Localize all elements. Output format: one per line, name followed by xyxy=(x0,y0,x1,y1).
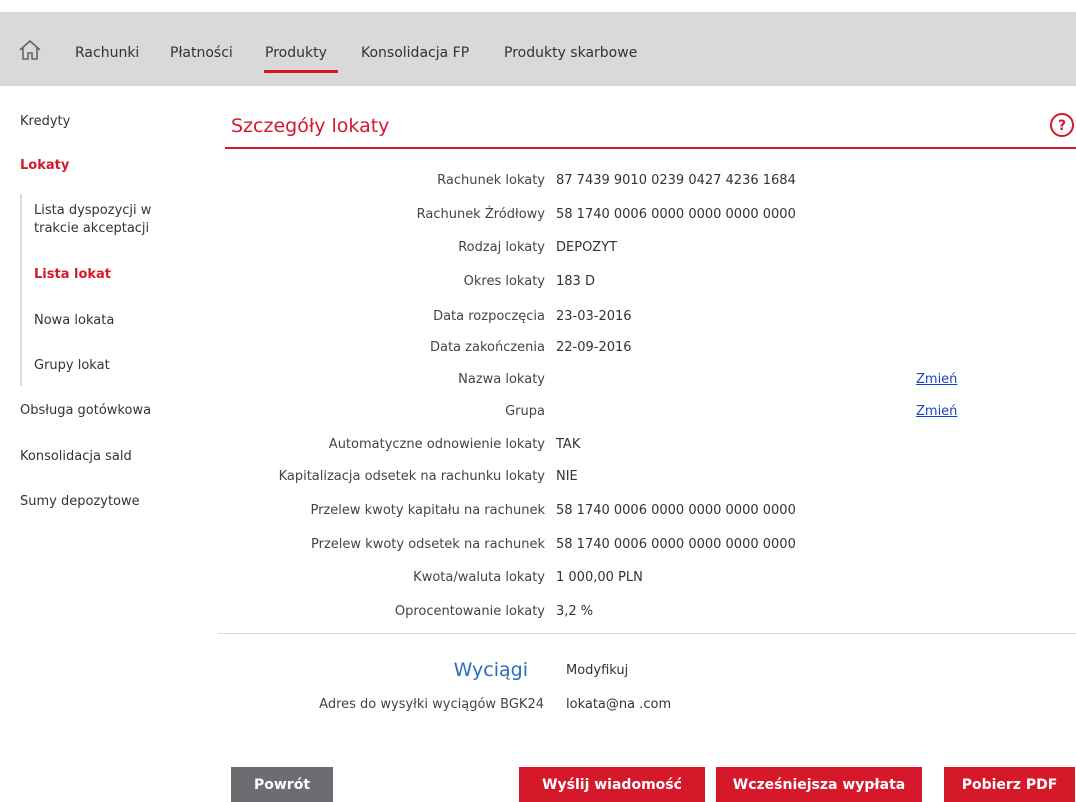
detail-row: Grupa Zmień xyxy=(218,404,1076,424)
change-name-link[interactable]: Zmień xyxy=(916,372,957,387)
title-divider xyxy=(225,147,1076,149)
nav-item-konsolidacja-fp[interactable]: Konsolidacja FP xyxy=(361,45,469,61)
change-group-link[interactable]: Zmień xyxy=(916,404,957,419)
active-tab-indicator xyxy=(264,70,338,73)
page-title: Szczegóły lokaty xyxy=(231,115,390,137)
detail-value: 87 7439 9010 0239 0427 4236 1684 xyxy=(556,173,796,188)
detail-label: Przelew kwoty odsetek na rachunek xyxy=(311,537,545,552)
sidebar-subitem-lista-lokat[interactable]: Lista lokat xyxy=(34,266,111,284)
detail-row: Data rozpoczęcia 23-03-2016 xyxy=(218,309,1076,329)
sidebar-item-konsolidacja-sald[interactable]: Konsolidacja sald xyxy=(20,449,132,464)
back-button[interactable]: Powrót xyxy=(231,767,333,802)
detail-value: 3,2 % xyxy=(556,604,594,619)
sidebar-item-obsluga-gotowkowa[interactable]: Obsługa gotówkowa xyxy=(20,403,151,418)
sidebar-subitem-nowa-lokata[interactable]: Nowa lokata xyxy=(34,312,114,330)
detail-label: Grupa xyxy=(505,404,545,419)
detail-value: 22-09-2016 xyxy=(556,340,632,355)
sidebar-item-lokaty[interactable]: Lokaty xyxy=(20,158,69,173)
statements-modify-link[interactable]: Modyfikuj xyxy=(566,663,628,678)
detail-row: Kwota/waluta lokaty 1 000,00 PLN xyxy=(218,570,1076,590)
detail-label: Rachunek Źródłowy xyxy=(416,207,545,222)
submenu-divider xyxy=(20,194,22,386)
statements-title: Wyciągi xyxy=(453,659,528,681)
detail-row: Przelew kwoty odsetek na rachunek 58 174… xyxy=(218,537,1076,557)
detail-value: 1 000,00 PLN xyxy=(556,570,643,585)
detail-row: Automatyczne odnowienie lokaty TAK xyxy=(218,437,1076,457)
svg-text:?: ? xyxy=(1058,118,1066,134)
detail-value: TAK xyxy=(556,437,581,452)
send-message-button[interactable]: Wyślij wiadomość xyxy=(519,767,705,802)
detail-row: Przelew kwoty kapitału na rachunek 58 17… xyxy=(218,503,1076,523)
detail-row: Oprocentowanie lokaty 3,2 % xyxy=(218,604,1076,624)
nav-item-produkty-skarbowe[interactable]: Produkty skarbowe xyxy=(504,45,637,61)
sidebar-subitem-grupy-lokat[interactable]: Grupy lokat xyxy=(34,357,110,375)
download-pdf-button[interactable]: Pobierz PDF xyxy=(944,767,1075,802)
top-navigation-bar: Rachunki Płatności Produkty Konsolidacja… xyxy=(0,12,1076,86)
sidebar-item-sumy-depozytowe[interactable]: Sumy depozytowe xyxy=(20,494,140,509)
detail-label: Automatyczne odnowienie lokaty xyxy=(328,437,545,452)
detail-value: 23-03-2016 xyxy=(556,309,632,324)
detail-value: 58 1740 0006 0000 0000 0000 0000 xyxy=(556,207,796,222)
detail-label: Przelew kwoty kapitału na rachunek xyxy=(310,503,546,518)
detail-row: Rodzaj lokaty DEPOZYT xyxy=(218,240,1076,260)
detail-row: Rachunek Źródłowy 58 1740 0006 0000 0000… xyxy=(218,207,1076,227)
home-icon[interactable] xyxy=(18,39,42,61)
section-divider xyxy=(218,633,1076,634)
sidebar-item-kredyty[interactable]: Kredyty xyxy=(20,114,70,129)
detail-row: Okres lokaty 183 D xyxy=(218,274,1076,294)
detail-row: Rachunek lokaty 87 7439 9010 0239 0427 4… xyxy=(218,173,1076,193)
detail-label: Oprocentowanie lokaty xyxy=(394,604,545,619)
detail-row: Data zakończenia 22-09-2016 xyxy=(218,340,1076,360)
detail-row: Kapitalizacja odsetek na rachunku lokaty… xyxy=(218,469,1076,489)
nav-item-platnosci[interactable]: Płatności xyxy=(170,45,233,61)
detail-value: 58 1740 0006 0000 0000 0000 0000 xyxy=(556,503,796,518)
detail-label: Okres lokaty xyxy=(463,274,545,289)
statements-address-label: Adres do wysyłki wyciągów BGK24 xyxy=(319,697,544,712)
detail-label: Data zakończenia xyxy=(429,340,545,355)
nav-item-produkty[interactable]: Produkty xyxy=(265,45,327,61)
nav-item-rachunki[interactable]: Rachunki xyxy=(75,45,139,61)
detail-label: Data rozpoczęcia xyxy=(433,309,545,324)
early-withdrawal-button[interactable]: Wcześniejsza wypłata xyxy=(716,767,922,802)
sidebar-subitem-lista-dyspozycji[interactable]: Lista dyspozycji w trakcie akceptacji xyxy=(34,202,184,238)
statements-address-value: lokata@na .com xyxy=(566,697,672,712)
detail-label: Nazwa lokaty xyxy=(458,372,545,387)
detail-label: Kapitalizacja odsetek na rachunku lokaty xyxy=(278,469,545,484)
detail-value: 183 D xyxy=(556,274,595,289)
detail-value: NIE xyxy=(556,469,578,484)
detail-label: Rodzaj lokaty xyxy=(458,240,545,255)
help-icon[interactable]: ? xyxy=(1049,112,1075,138)
detail-label: Kwota/waluta lokaty xyxy=(413,570,545,585)
detail-value: DEPOZYT xyxy=(556,240,618,255)
detail-label: Rachunek lokaty xyxy=(437,173,545,188)
detail-row: Nazwa lokaty Zmień xyxy=(218,372,1076,392)
detail-value: 58 1740 0006 0000 0000 0000 0000 xyxy=(556,537,796,552)
